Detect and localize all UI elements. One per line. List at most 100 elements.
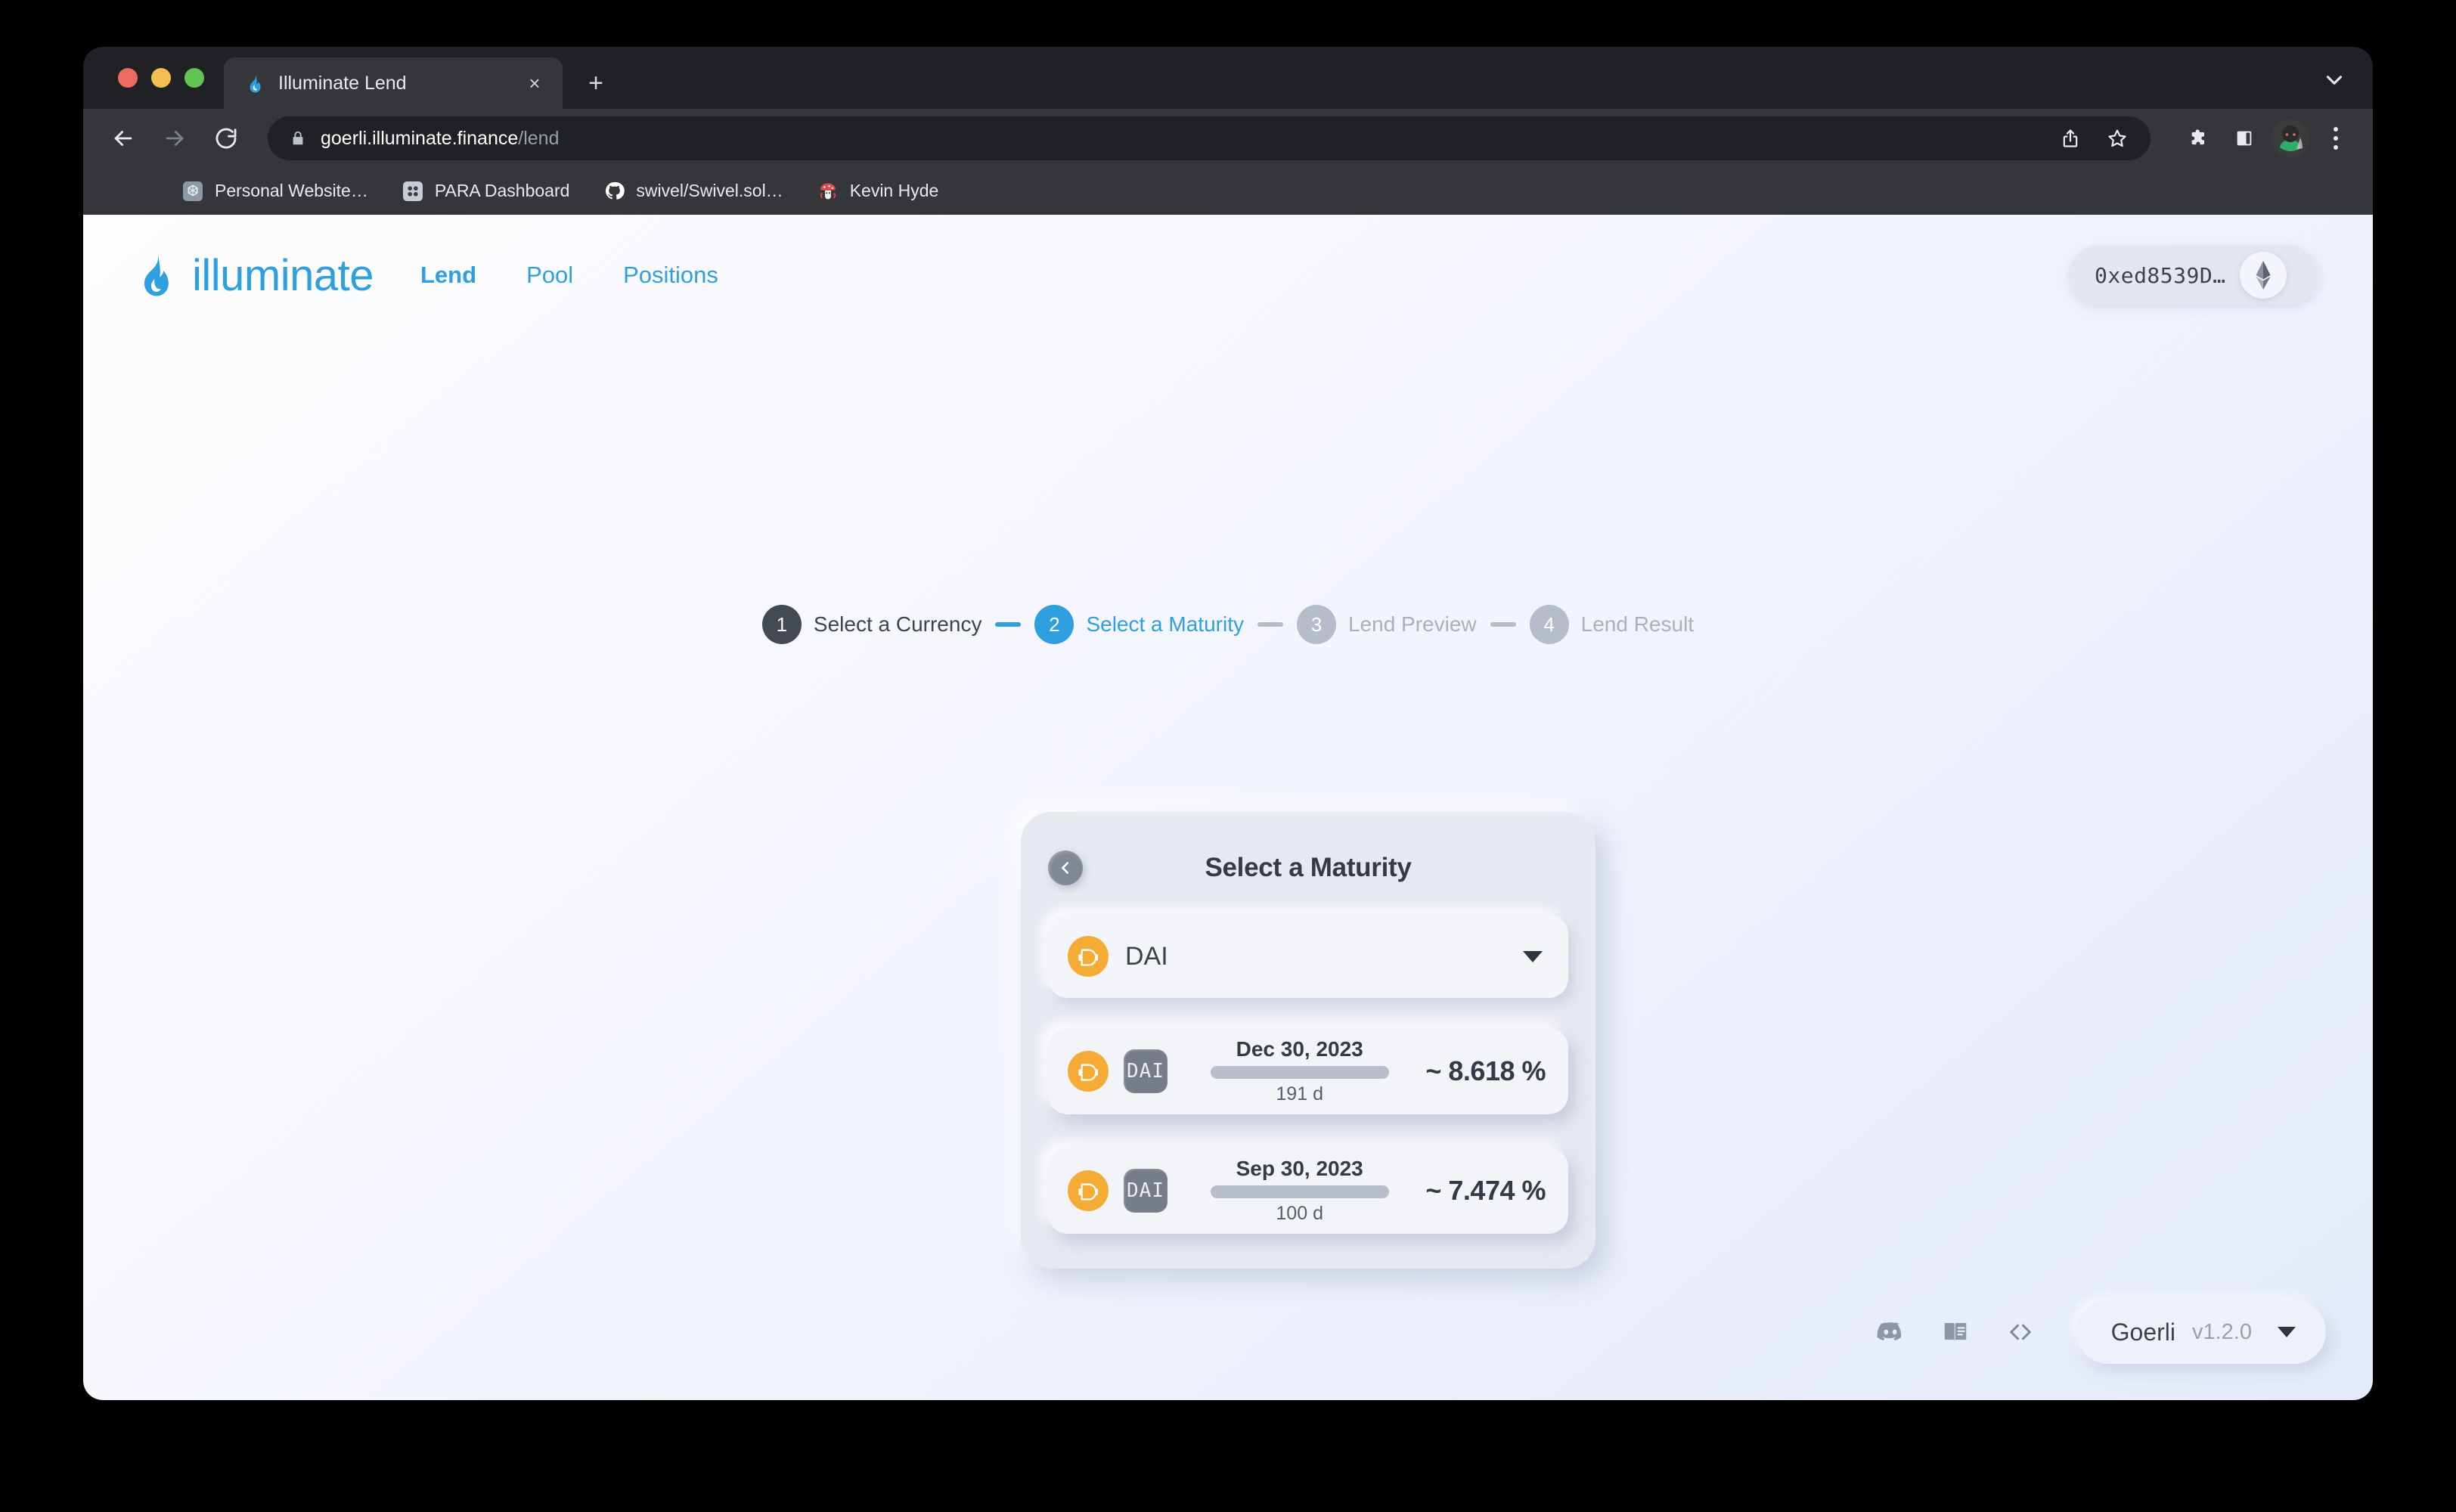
maturity-details: Dec 30, 2023 191 d (1193, 1037, 1406, 1105)
minimize-window-button[interactable] (151, 68, 171, 88)
card-title: Select a Maturity (1205, 853, 1412, 882)
maturity-days-remaining: 191 d (1276, 1083, 1323, 1105)
network-selector[interactable]: Goerli v1.2.0 (2076, 1300, 2326, 1364)
side-panel-icon[interactable] (2226, 120, 2262, 156)
step-label: Select a Currency (813, 612, 982, 636)
select-maturity-card: Select a Maturity DAI DAI Dec 30, 2023 1… (1021, 812, 1595, 1269)
extension-icons (2170, 119, 2353, 157)
app-version: v1.2.0 (2192, 1319, 2252, 1344)
bookmark-label: swivel/Swivel.sol… (636, 181, 783, 200)
lend-stepper: 1 Select a Currency 2 Select a Maturity … (83, 605, 2373, 644)
nav-link-positions[interactable]: Positions (623, 262, 718, 289)
nav-link-pool[interactable]: Pool (526, 262, 573, 289)
docs-book-icon[interactable] (1939, 1315, 1972, 1349)
dai-coin-icon (1068, 1170, 1109, 1211)
bookmark-star-icon[interactable] (2099, 120, 2135, 156)
step-number: 2 (1034, 605, 1074, 644)
token-badge: DAI (1124, 1049, 1168, 1093)
window-traffic-lights (106, 47, 224, 109)
code-brackets-icon[interactable] (2004, 1315, 2037, 1349)
address-bar[interactable]: goerli.illuminate.finance/lend (268, 116, 2151, 160)
bookmark-label: Kevin Hyde (849, 181, 939, 200)
step-lend-result[interactable]: 4 Lend Result (1529, 605, 1695, 644)
step-select-a-maturity[interactable]: 2 Select a Maturity (1034, 605, 1244, 644)
extensions-puzzle-icon[interactable] (2181, 120, 2217, 156)
tab-search-chevron-down-icon[interactable] (2321, 67, 2347, 97)
maturity-progress-bar (1210, 1185, 1389, 1198)
flame-icon (243, 72, 266, 94)
brand-name: illuminate (192, 250, 374, 300)
mushroom-icon (817, 180, 839, 203)
close-window-button[interactable] (118, 68, 138, 88)
brand-logo[interactable]: illuminate (132, 249, 374, 302)
currency-select[interactable]: DAI (1048, 915, 1568, 998)
tab-title: Illuminate Lend (278, 72, 407, 94)
chevron-down-icon[interactable] (1523, 950, 1543, 962)
maturity-date: Dec 30, 2023 (1236, 1037, 1363, 1061)
dai-coin-icon (1068, 1051, 1109, 1092)
url-path: /lend (518, 127, 560, 149)
step-number: 4 (1529, 605, 1569, 644)
tabstrip-right-controls (2321, 67, 2347, 97)
step-separator (1490, 622, 1516, 627)
browser-toolbar: goerli.illuminate.finance/lend (83, 109, 2373, 168)
openai-icon (181, 180, 204, 203)
step-number: 3 (1296, 605, 1336, 644)
step-separator (995, 622, 1022, 627)
maturity-date: Sep 30, 2023 (1236, 1157, 1363, 1180)
discord-icon[interactable] (1874, 1315, 1907, 1349)
maturity-row[interactable]: DAI Sep 30, 2023 100 d ~ 7.474 % (1048, 1148, 1568, 1234)
step-select-a-currency[interactable]: 1 Select a Currency (761, 605, 982, 644)
para-icon (402, 180, 424, 203)
main-nav: Lend Pool Positions (420, 262, 718, 289)
new-tab-button[interactable]: + (575, 62, 617, 104)
bookmark-item[interactable]: swivel/Swivel.sol… (603, 180, 783, 203)
close-tab-button[interactable]: × (522, 70, 547, 96)
bookmarks-bar: Personal Website… PARA Dashboard swivel/… (83, 168, 2373, 215)
chevron-down-icon[interactable] (2278, 1327, 2296, 1337)
tab-strip: Illuminate Lend × + (83, 47, 2373, 109)
browser-tab[interactable]: Illuminate Lend × (224, 57, 563, 109)
url-text: goerli.illuminate.finance/lend (321, 128, 2039, 150)
maturity-details: Sep 30, 2023 100 d (1193, 1157, 1406, 1225)
step-separator (1257, 622, 1283, 627)
maturity-rate: ~ 8.618 % (1425, 1055, 1546, 1086)
maturity-rate: ~ 7.474 % (1425, 1175, 1546, 1206)
step-label: Lend Preview (1347, 612, 1477, 636)
chrome-menu-icon[interactable] (2318, 119, 2353, 157)
maximize-window-button[interactable] (185, 68, 204, 88)
bookmark-item[interactable]: PARA Dashboard (402, 180, 570, 203)
site-header: illuminate Lend Pool Positions 0xed8539D… (83, 215, 2373, 336)
back-navigation-icon[interactable] (101, 116, 145, 160)
maturity-list: DAI Dec 30, 2023 191 d ~ 8.618 % DAI Sep… (1048, 1028, 1568, 1234)
reload-icon[interactable] (204, 116, 248, 160)
maturity-progress-bar (1210, 1066, 1389, 1079)
bookmark-item[interactable]: Personal Website… (181, 180, 368, 203)
maturity-row[interactable]: DAI Dec 30, 2023 191 d ~ 8.618 % (1048, 1028, 1568, 1114)
lock-icon (289, 129, 307, 147)
step-lend-preview[interactable]: 3 Lend Preview (1296, 605, 1477, 644)
forward-navigation-icon[interactable] (153, 116, 197, 160)
bookmark-item[interactable]: Kevin Hyde (817, 180, 939, 203)
bookmark-label: PARA Dashboard (434, 181, 570, 200)
selected-currency-label: DAI (1125, 941, 1168, 971)
step-label: Lend Result (1580, 612, 1695, 636)
omnibox-actions (2052, 120, 2135, 156)
step-number: 1 (761, 605, 802, 644)
network-name: Goerli (2110, 1318, 2175, 1346)
card-header: Select a Maturity (1048, 838, 1568, 898)
illuminate-flame-icon (132, 249, 178, 302)
maturity-days-remaining: 100 d (1276, 1203, 1323, 1224)
url-host: goerli.illuminate.finance (321, 127, 519, 149)
page-footer: Goerli v1.2.0 (1874, 1300, 2326, 1364)
page-viewport: illuminate Lend Pool Positions 0xed8539D… (83, 215, 2373, 1400)
bookmark-label: Personal Website… (215, 181, 368, 200)
step-label: Select a Maturity (1086, 612, 1244, 636)
share-icon[interactable] (2052, 120, 2089, 156)
profile-avatar[interactable] (2271, 119, 2309, 157)
nav-link-lend[interactable]: Lend (420, 262, 476, 289)
wallet-button[interactable]: 0xed8539D… (2069, 246, 2318, 305)
browser-window: Illuminate Lend × + goerli.illuminate.fi… (83, 47, 2373, 1400)
ethereum-icon (2239, 252, 2287, 299)
wallet-address: 0xed8539D… (2095, 262, 2226, 288)
